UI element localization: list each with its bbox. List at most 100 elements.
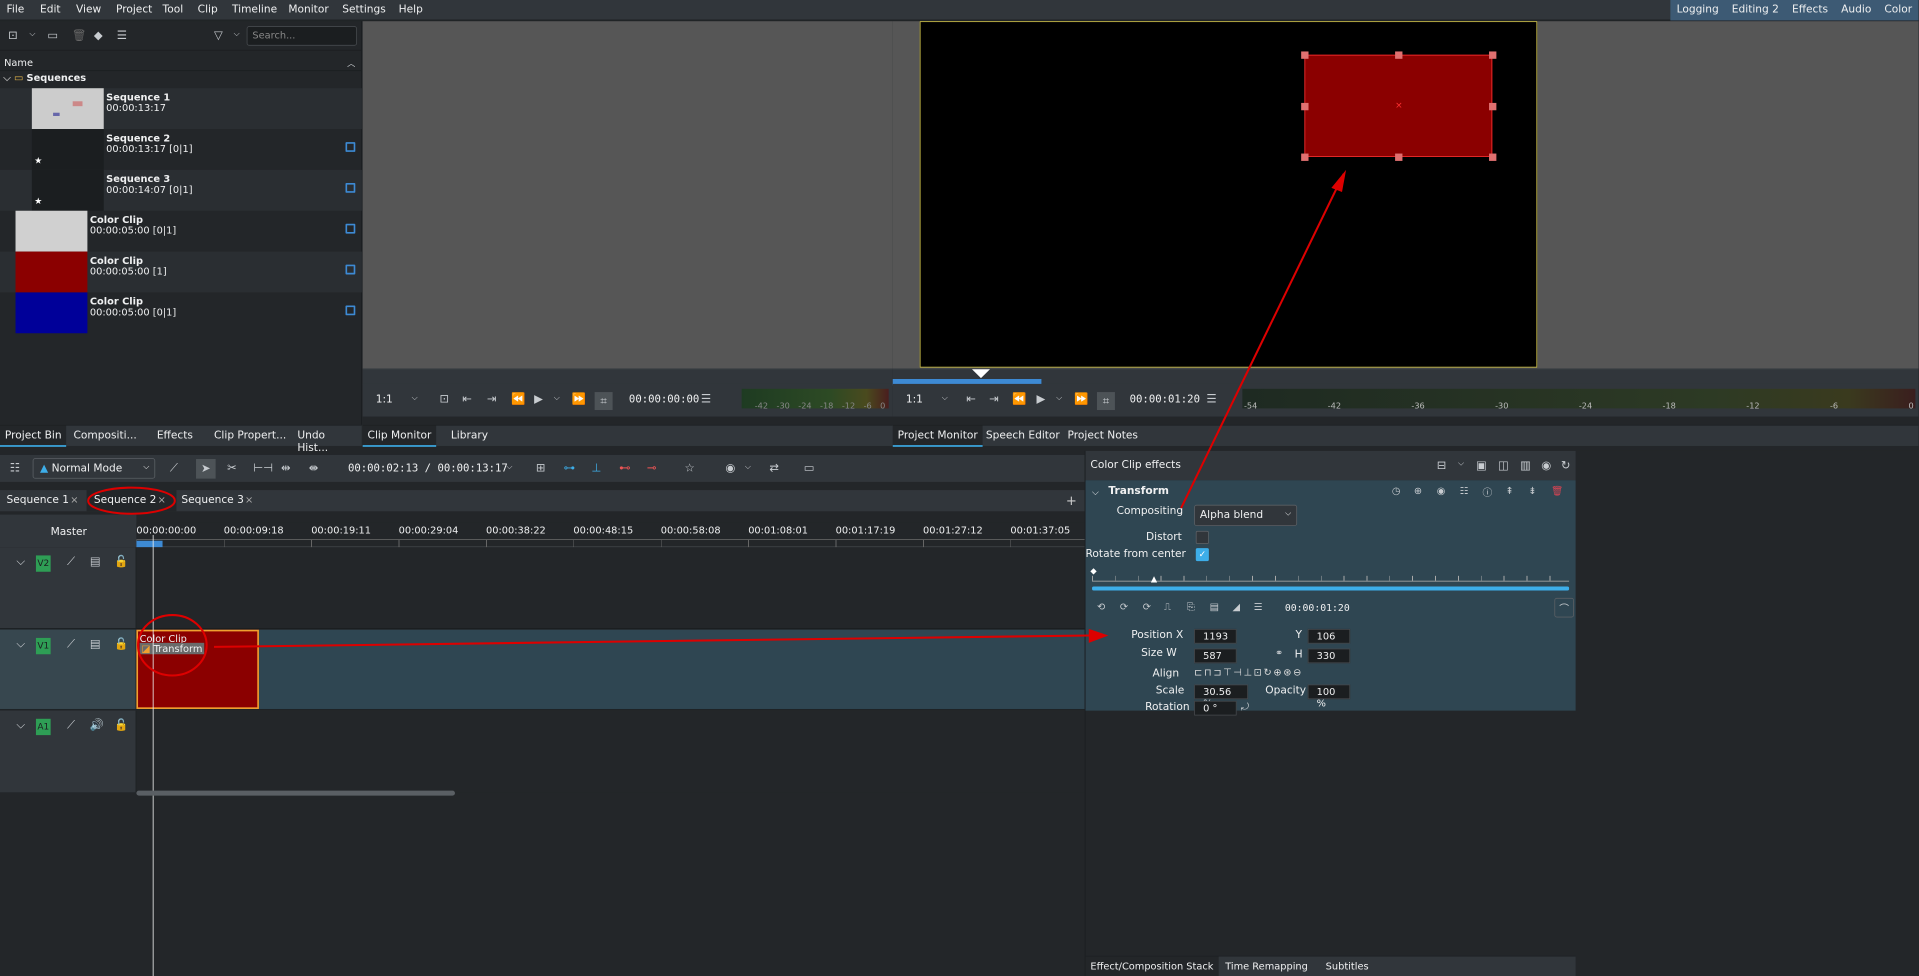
bin-item-color-clip-red[interactable]: Color Clip 00:00:05:00 [1] bbox=[0, 251, 362, 293]
close-icon[interactable]: × bbox=[158, 494, 166, 505]
track-v2[interactable]: ⌵ V2 ⟋ ▤ 🔓 bbox=[0, 547, 1085, 629]
menu-project[interactable]: Project bbox=[116, 3, 152, 15]
resize-handle[interactable] bbox=[1395, 51, 1403, 59]
bin-search-input[interactable]: Search... bbox=[246, 26, 357, 46]
tab-project-monitor[interactable]: Project Monitor bbox=[892, 425, 983, 447]
effects-wand-icon[interactable]: ⟋ bbox=[67, 638, 75, 651]
keyframe-ruler[interactable]: ▲ ◆ bbox=[1090, 567, 1570, 584]
size-h-field[interactable]: 330 bbox=[1307, 648, 1351, 664]
bin-column-header[interactable]: Name bbox=[0, 55, 362, 72]
track-name[interactable]: A1 bbox=[35, 718, 51, 736]
menu-clip[interactable]: Clip bbox=[198, 3, 218, 15]
folder-icon[interactable]: ▭ bbox=[47, 29, 58, 42]
timeline-ruler[interactable]: 00:00:00:00 00:00:09:18 00:00:19:11 00:0… bbox=[136, 522, 1085, 548]
zoom-in-icon[interactable]: ⊕ bbox=[1273, 667, 1281, 678]
timeline-playhead[interactable] bbox=[152, 535, 154, 976]
align-bottom-icon[interactable]: ⊥ bbox=[1244, 667, 1253, 678]
delete-icon[interactable]: 🗑 bbox=[1551, 485, 1563, 496]
reset-icon[interactable]: ↻ bbox=[1561, 459, 1571, 472]
chevron-down-icon[interactable]: ⌵ bbox=[234, 29, 240, 38]
ripple-tool-icon[interactable]: ⇹ bbox=[281, 461, 291, 474]
timeline-timecode[interactable]: 00:00:02:13 / 00:00:13:17 bbox=[348, 462, 508, 474]
cut-tool-icon[interactable]: ✂ bbox=[227, 461, 237, 474]
reset-icon[interactable]: ↻ bbox=[1264, 667, 1272, 678]
workspace-audio[interactable]: Audio bbox=[1835, 0, 1878, 20]
track-name[interactable]: V1 bbox=[35, 637, 51, 655]
tab-sequence-3[interactable]: Sequence 3 bbox=[181, 494, 244, 506]
chevron-down-icon[interactable]: ⌵ bbox=[942, 394, 948, 403]
compositing-select[interactable]: Alpha blend ⌵ bbox=[1194, 504, 1298, 527]
collapse-icon[interactable]: ⌵ bbox=[16, 638, 25, 651]
collapse-icon[interactable]: ⌵ bbox=[16, 719, 25, 732]
film-icon[interactable]: ▤ bbox=[90, 638, 101, 651]
track-v1[interactable]: ⌵ V1 ⟋ ▤ 🔓 Color Clip ◪ Transform bbox=[0, 629, 1085, 710]
menu-icon[interactable]: ☰ bbox=[117, 29, 127, 42]
collapse-icon[interactable]: ⌵ bbox=[16, 555, 25, 568]
subtitle-icon[interactable]: ▭ bbox=[804, 461, 815, 474]
curve-icon[interactable]: ◢ bbox=[1233, 601, 1241, 612]
add-clip-icon[interactable]: ⊡ bbox=[8, 29, 18, 42]
scale-field[interactable]: 30.56 % bbox=[1194, 684, 1249, 709]
set-out-icon[interactable]: ⇥ bbox=[487, 393, 497, 406]
master-label[interactable]: Master bbox=[51, 526, 87, 538]
sequences-folder[interactable]: ⌵ ▭ Sequences bbox=[3, 72, 86, 84]
slip-tool-icon[interactable]: ⇼ bbox=[309, 461, 319, 474]
zoom-out-icon[interactable]: ⊖ bbox=[1293, 667, 1301, 678]
crop-icon[interactable]: ⌗ bbox=[1096, 392, 1115, 411]
timeline-clip[interactable]: Color Clip ◪ Transform bbox=[136, 629, 259, 709]
menu-tool[interactable]: Tool bbox=[163, 3, 184, 15]
chevron-down-icon[interactable]: ⌵ bbox=[29, 29, 35, 38]
keyframe-icon[interactable]: ◆ bbox=[1090, 567, 1096, 576]
playhead-marker[interactable] bbox=[971, 369, 990, 379]
info-icon[interactable]: ⓘ bbox=[1482, 485, 1492, 499]
tab-subtitles[interactable]: Subtitles bbox=[1321, 956, 1374, 976]
tab-project-notes[interactable]: Project Notes bbox=[1063, 426, 1143, 447]
size-w-field[interactable]: 587 bbox=[1194, 648, 1237, 664]
resize-handle[interactable] bbox=[1301, 102, 1309, 111]
align-top-icon[interactable]: ⊤ bbox=[1223, 667, 1232, 678]
resize-handle[interactable] bbox=[1301, 153, 1309, 161]
track-name[interactable]: V2 bbox=[35, 555, 51, 572]
play-icon[interactable]: ▶ bbox=[1037, 393, 1046, 406]
effects-wand-icon[interactable]: ⟋ bbox=[67, 719, 75, 732]
workspace-editing[interactable]: Editing 2 bbox=[1725, 0, 1785, 20]
track-a1[interactable]: ⌵ A1 ⟋ 🔊 🔓 bbox=[0, 710, 1085, 793]
keyframe-bar[interactable] bbox=[1092, 586, 1570, 591]
bin-item-color-clip-blue[interactable]: Color Clip 00:00:05:00 [0|1] bbox=[0, 292, 362, 334]
lift-icon[interactable]: ⊥ bbox=[591, 461, 601, 474]
pos-x-field[interactable]: 1193 bbox=[1194, 628, 1237, 644]
tab-speech-editor[interactable]: Speech Editor bbox=[981, 426, 1065, 447]
rewind-icon[interactable]: ⏪ bbox=[511, 393, 525, 406]
keyframe-timecode[interactable]: 00:00:01:20 bbox=[1285, 602, 1350, 613]
fit-icon[interactable]: ⊡ bbox=[439, 393, 449, 406]
selection-tool-icon[interactable]: ➤ bbox=[196, 459, 216, 479]
tab-effect-stack[interactable]: Effect/Composition Stack bbox=[1085, 956, 1219, 976]
chevron-down-icon[interactable]: ⌵ bbox=[506, 462, 512, 471]
spacer-tool-icon[interactable]: ⊢⊣ bbox=[253, 461, 273, 474]
delete-icon[interactable]: 🗑 bbox=[72, 29, 87, 42]
prev-keyframe-icon[interactable]: ⟲ bbox=[1097, 601, 1105, 612]
mixer-icon[interactable]: ⇄ bbox=[769, 461, 779, 474]
speaker-icon[interactable]: 🔊 bbox=[90, 719, 104, 732]
chevron-up-icon[interactable]: ︿ bbox=[347, 56, 355, 69]
film-icon[interactable]: ▤ bbox=[90, 555, 101, 568]
lock-icon[interactable]: 🔓 bbox=[114, 555, 128, 568]
resize-handle[interactable] bbox=[1489, 102, 1497, 111]
add-keyframe-icon[interactable]: ⟳ bbox=[1120, 601, 1128, 612]
resize-handle[interactable] bbox=[1489, 51, 1497, 59]
rewind-icon[interactable]: ⏪ bbox=[1012, 393, 1026, 406]
chevron-down-icon[interactable]: ⌵ bbox=[412, 394, 418, 403]
bin-item-sequence-3[interactable]: ★ Sequence 3 00:00:14:07 [0|1] bbox=[0, 169, 362, 211]
clip-timecode[interactable]: 00:00:00:00 bbox=[629, 394, 699, 406]
bin-item-sequence-2[interactable]: ★ Sequence 2 00:00:13:17 [0|1] bbox=[0, 129, 362, 170]
forward-icon[interactable]: ⏩ bbox=[1074, 393, 1088, 406]
lock-icon[interactable]: 🔓 bbox=[114, 719, 128, 732]
tag-icon[interactable]: ◆ bbox=[94, 29, 103, 42]
resize-handle[interactable] bbox=[1395, 153, 1403, 161]
menu-timeline[interactable]: Timeline bbox=[232, 3, 277, 15]
settings-icon[interactable]: ☷ bbox=[1460, 485, 1469, 496]
tab-clip-monitor[interactable]: Clip Monitor bbox=[362, 425, 437, 447]
zoom-fit-icon[interactable]: ⊛ bbox=[1283, 667, 1291, 678]
extract-icon[interactable]: ⊷ bbox=[619, 461, 630, 474]
rotation-field[interactable]: 0 ° bbox=[1194, 700, 1237, 716]
